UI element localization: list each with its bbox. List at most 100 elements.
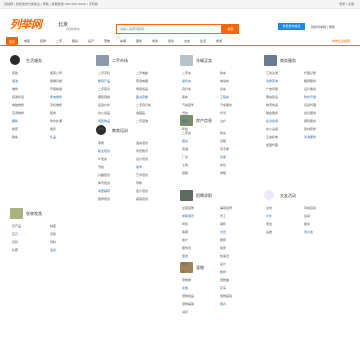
category-link[interactable]: 求租: [220, 171, 226, 175]
publish-button[interactable]: 免费发布信息: [278, 23, 305, 30]
nav-item[interactable]: 首页: [6, 37, 19, 46]
category-link[interactable]: 租房: [182, 139, 188, 143]
category-title[interactable]: 招聘求职: [196, 193, 212, 199]
category-link[interactable]: 教师: [220, 270, 226, 274]
category-link[interactable]: 花卉: [12, 232, 18, 236]
category-link[interactable]: 五金机电: [266, 135, 278, 139]
category-link[interactable]: 农产品: [12, 224, 21, 228]
category-link[interactable]: 婚庆: [12, 127, 18, 131]
category-title[interactable]: 车辆买卖: [196, 58, 212, 64]
category-link[interactable]: 图书音像: [136, 95, 148, 99]
nav-item[interactable]: 交友: [184, 39, 190, 43]
category-link[interactable]: 运动: [304, 214, 310, 218]
category-link[interactable]: 防水补漏: [50, 119, 62, 123]
category-link[interactable]: 摄影: [50, 127, 56, 131]
category-link[interactable]: 渔具: [50, 248, 56, 252]
category-link[interactable]: 宠物医院: [220, 294, 232, 298]
category-link[interactable]: 艺术培训: [136, 173, 148, 177]
category-link[interactable]: 工程车: [220, 95, 229, 99]
category-link[interactable]: 手机维修: [50, 103, 62, 107]
category-link[interactable]: 物流快递: [266, 103, 278, 107]
category-link[interactable]: 技工: [182, 262, 188, 266]
nav-item[interactable]: 培训: [168, 39, 174, 43]
category-link[interactable]: 租车: [182, 119, 188, 123]
category-link[interactable]: 自行车: [182, 87, 191, 91]
category-link[interactable]: 保安: [220, 246, 226, 250]
nav-item[interactable]: 求职: [24, 39, 30, 43]
category-link[interactable]: 二手电脑: [136, 71, 148, 75]
category-link[interactable]: 家电维修: [50, 95, 62, 99]
category-link[interactable]: 宠物美容: [182, 302, 194, 306]
category-title[interactable]: 生活服务: [26, 58, 42, 64]
category-link[interactable]: 新车: [220, 71, 226, 75]
category-link[interactable]: 租车: [12, 135, 18, 139]
category-link[interactable]: 过户: [220, 119, 226, 123]
category-link[interactable]: 办公设备: [266, 127, 278, 131]
category-link[interactable]: 客服: [182, 230, 188, 234]
site-logo[interactable]: 列举网: [10, 16, 42, 32]
category-link[interactable]: 翻译服务: [304, 79, 316, 83]
category-link[interactable]: 疏通管道: [12, 95, 24, 99]
category-link[interactable]: 保险服务: [304, 119, 316, 123]
nav-item[interactable]: 车辆: [120, 39, 126, 43]
category-link[interactable]: 求购: [98, 127, 104, 131]
category-link[interactable]: 养殖: [50, 232, 56, 236]
category-link[interactable]: 寄养: [220, 302, 226, 306]
category-link[interactable]: 仓库: [220, 155, 226, 159]
category-link[interactable]: 货车: [220, 87, 226, 91]
category-link[interactable]: 代理记账: [304, 71, 316, 75]
category-link[interactable]: 会计: [182, 238, 188, 242]
category-link[interactable]: 服装鞋帽: [98, 95, 110, 99]
category-link[interactable]: 语言培训: [136, 141, 148, 145]
nav-item[interactable]: 生活: [200, 39, 206, 43]
category-link[interactable]: 数码产品: [98, 79, 110, 83]
category-link[interactable]: 宠物狗: [182, 278, 191, 282]
category-link[interactable]: 考研辅导: [98, 189, 110, 193]
category-link[interactable]: 礼品: [50, 135, 56, 139]
category-link[interactable]: 二手手机: [98, 71, 110, 75]
category-link[interactable]: 厨师培训: [98, 197, 110, 201]
category-link[interactable]: 年检: [182, 127, 188, 131]
category-link[interactable]: 同城活动: [304, 206, 316, 210]
category-link[interactable]: 户外: [266, 214, 272, 218]
category-link[interactable]: 服务员: [182, 246, 191, 250]
category-title[interactable]: 教育培训: [112, 128, 128, 134]
category-link[interactable]: 会计培训: [136, 189, 148, 193]
category-link[interactable]: 短租: [182, 171, 188, 175]
category-link[interactable]: 兼职招聘: [220, 206, 232, 210]
category-link[interactable]: 家政: [12, 71, 18, 75]
category-link[interactable]: 驾校: [182, 111, 188, 115]
category-link[interactable]: 土地: [182, 163, 188, 167]
category-link[interactable]: 花鸟: [220, 286, 226, 290]
nav-item[interactable]: 旅游: [216, 39, 222, 43]
category-link[interactable]: 保洁: [182, 254, 188, 258]
category-link[interactable]: 新房: [220, 131, 226, 135]
category-link[interactable]: 电动车: [220, 79, 229, 83]
category-link[interactable]: 家用电器: [136, 79, 148, 83]
category-link[interactable]: 普工: [220, 214, 226, 218]
category-link[interactable]: 领养: [182, 310, 188, 314]
category-link[interactable]: 写字楼: [220, 147, 229, 151]
login-links[interactable]: 登录 | 注册: [339, 2, 354, 6]
category-link[interactable]: 办公用品: [98, 111, 110, 115]
category-title[interactable]: 宠物: [196, 265, 204, 271]
search-button[interactable]: 搜索: [222, 24, 239, 34]
category-link[interactable]: 司机: [182, 222, 188, 226]
category-link[interactable]: 农机: [12, 240, 18, 244]
category-link[interactable]: 装修: [50, 111, 56, 115]
category-link[interactable]: 化肥: [12, 248, 18, 252]
category-link[interactable]: 求职简历: [182, 214, 194, 218]
category-link[interactable]: 汽车配件: [182, 103, 194, 107]
category-link[interactable]: 留学: [136, 165, 142, 169]
category-link[interactable]: 早教: [136, 181, 142, 185]
category-link[interactable]: 设计: [220, 262, 226, 266]
category-link[interactable]: 销售: [220, 222, 226, 226]
category-link[interactable]: 宠物猫: [220, 278, 229, 282]
category-link[interactable]: 种苗: [50, 224, 56, 228]
category-link[interactable]: 投资担保: [266, 119, 278, 123]
category-link[interactable]: 保洁: [12, 79, 18, 83]
category-link[interactable]: 会议服务: [304, 111, 316, 115]
category-link[interactable]: 宠物用品: [182, 294, 194, 298]
category-link[interactable]: 网站建设: [266, 95, 278, 99]
category-link[interactable]: 摩托车: [182, 79, 191, 83]
